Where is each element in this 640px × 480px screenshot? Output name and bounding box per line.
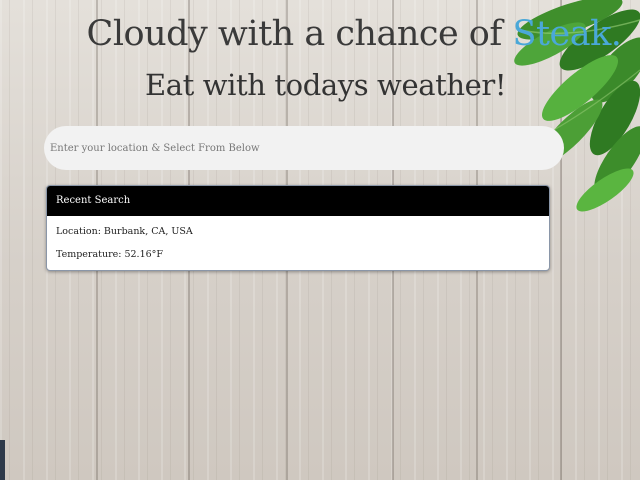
recent-search-location[interactable]: Location: Burbank, CA, USA	[56, 226, 540, 238]
title-prefix: Cloudy with a chance of	[86, 14, 513, 54]
recent-search-heading: Recent Search	[47, 186, 549, 216]
title-accent-word: Steak.	[512, 14, 622, 54]
page-title: Cloudy with a chance of Steak.	[4, 14, 640, 54]
recent-search-body: Location: Burbank, CA, USA Temperature: …	[47, 216, 549, 261]
location-search-input[interactable]	[44, 126, 564, 170]
recent-search-temperature: Temperature: 52.16°F	[56, 249, 163, 260]
page-subtitle: Eat with todays weather!	[145, 68, 507, 102]
recent-search-card: Recent Search Location: Burbank, CA, USA…	[46, 185, 550, 271]
edge-decoration	[0, 440, 5, 480]
